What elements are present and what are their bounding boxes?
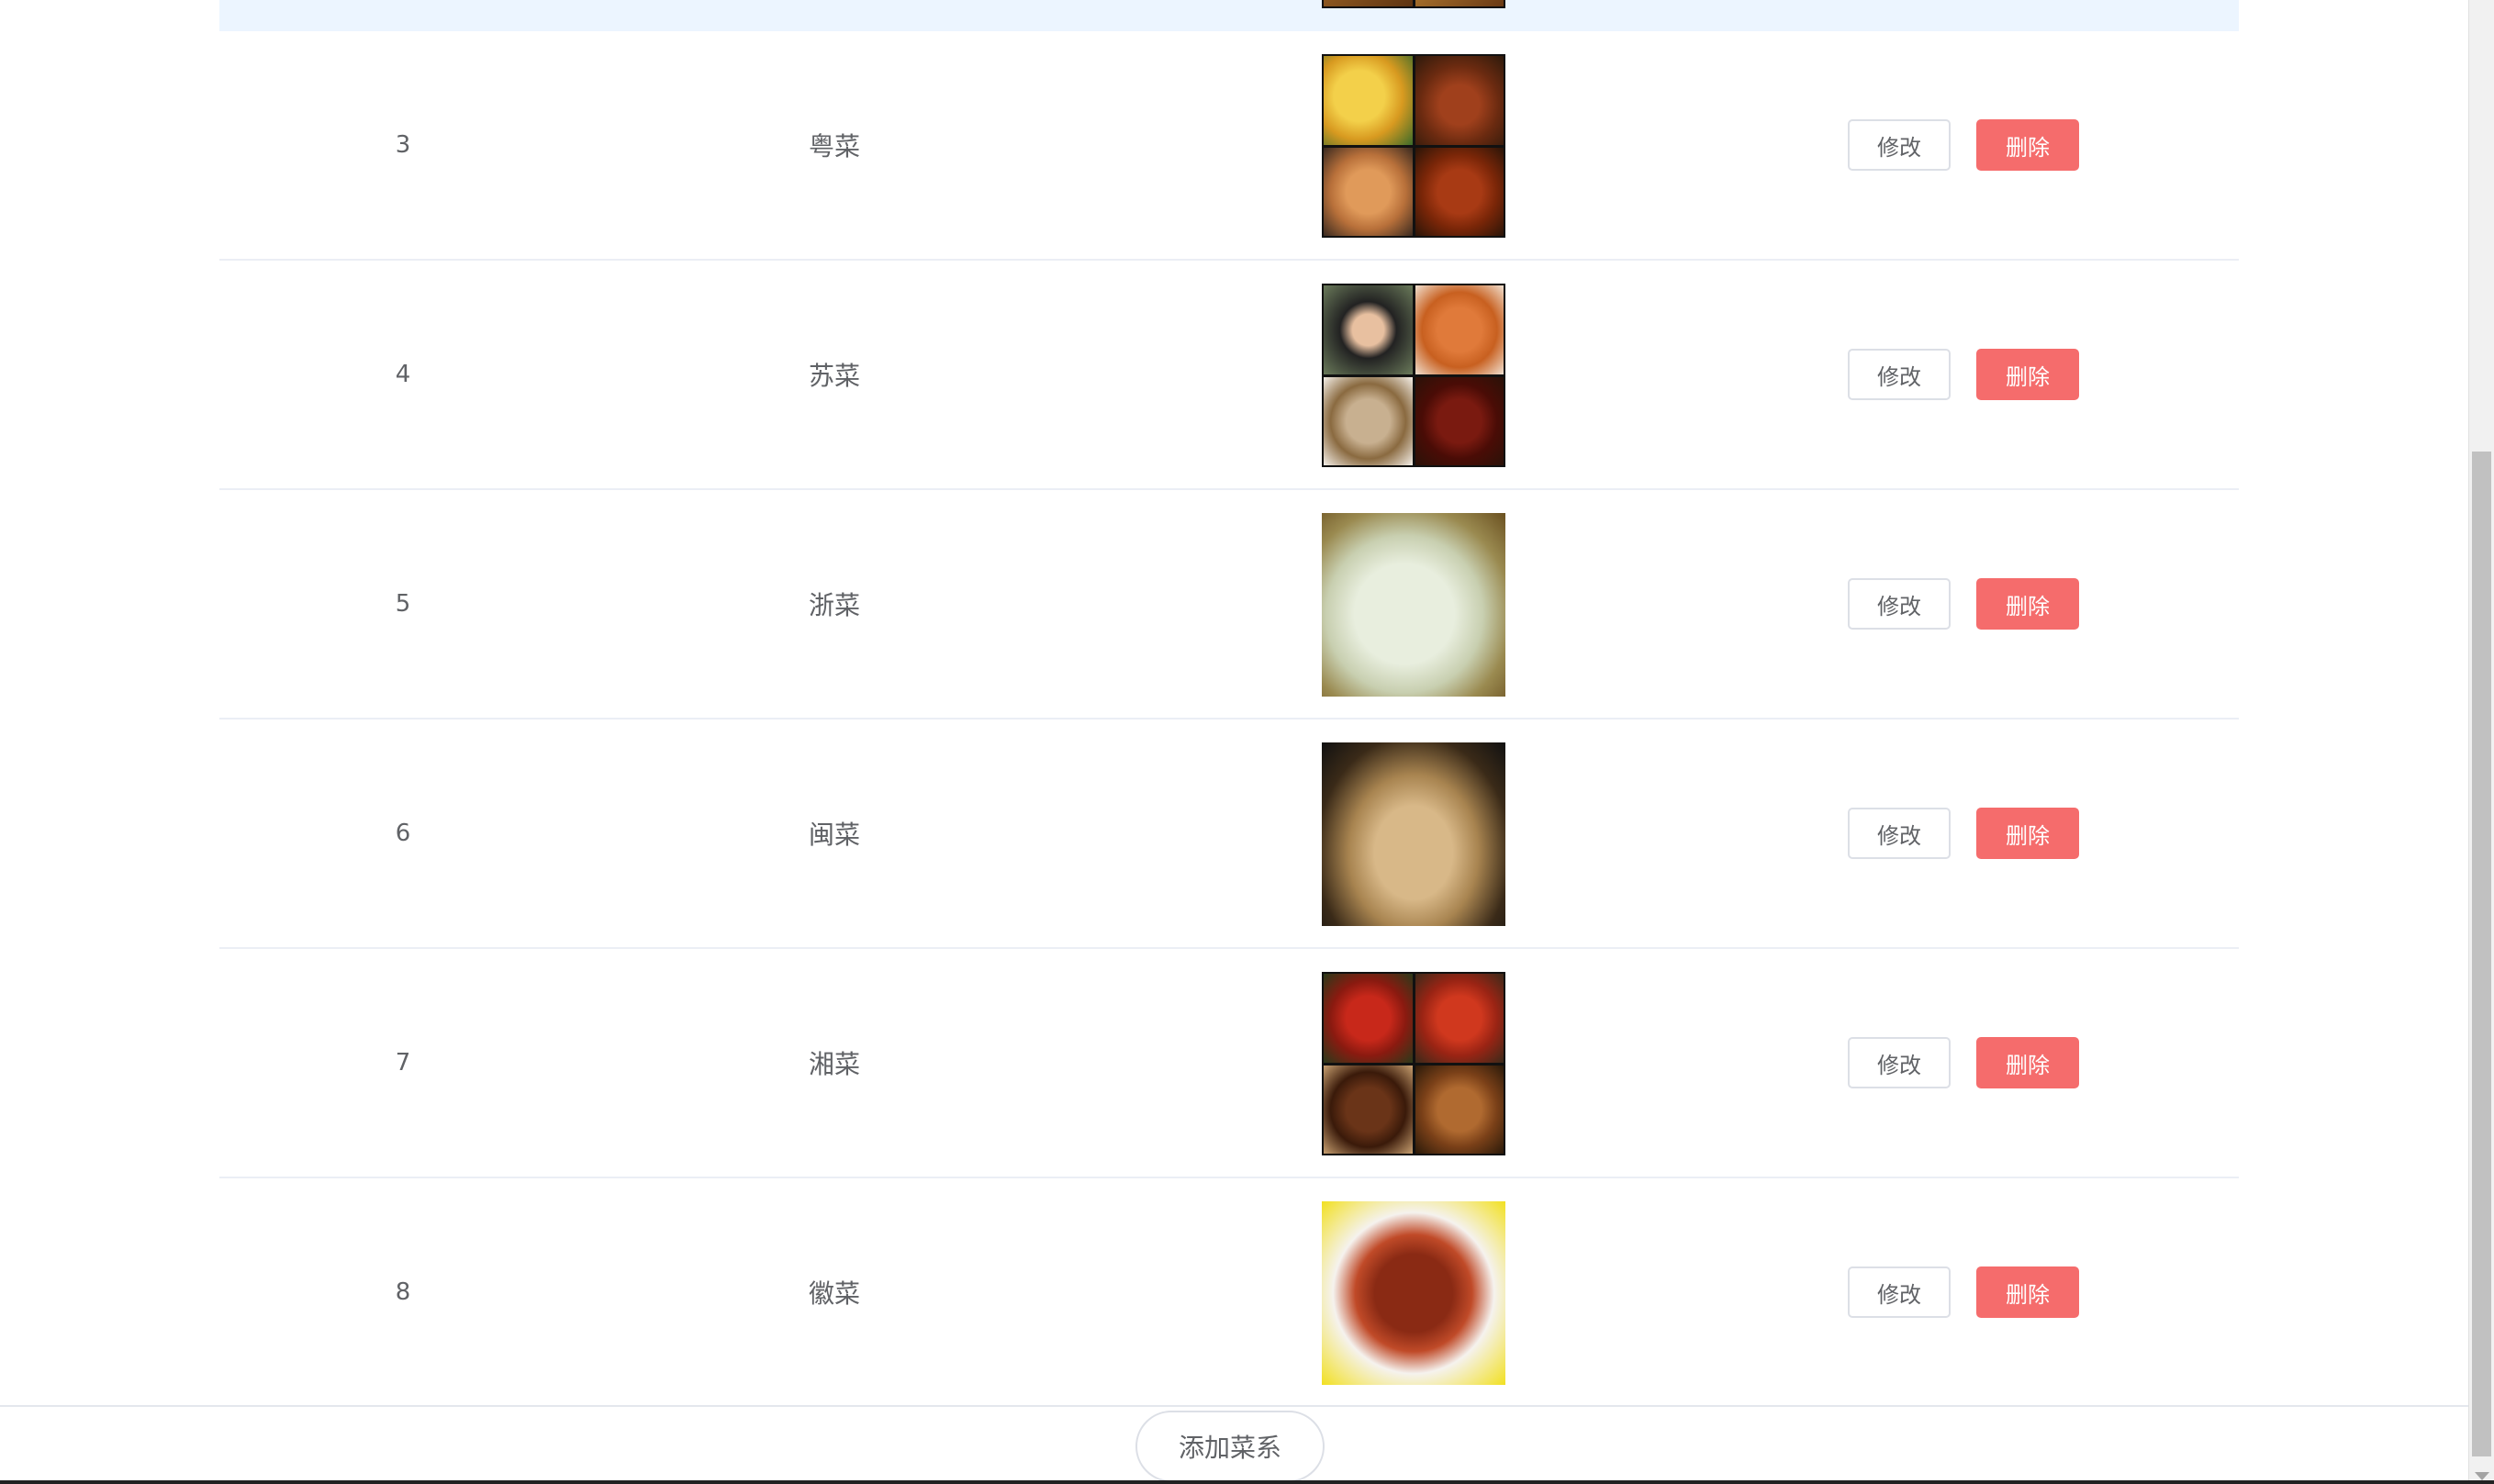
row-actions: 修改 删除	[1848, 949, 2079, 1177]
delete-button[interactable]: 删除	[1976, 1266, 2079, 1318]
add-cuisine-button[interactable]: 添加菜系	[1135, 1411, 1325, 1482]
edit-button[interactable]: 修改	[1848, 808, 1951, 859]
row-actions: 修改 删除	[1848, 490, 2079, 718]
row-id: 7	[395, 1049, 411, 1077]
row-id: 3	[395, 131, 411, 159]
table-row[interactable]: 4 苏菜 修改 删除	[219, 261, 2239, 490]
cuisine-name: 苏菜	[808, 361, 860, 391]
dish-image	[1322, 284, 1505, 467]
scrollbar-thumb[interactable]	[2472, 452, 2491, 1456]
dish-image	[1322, 1201, 1505, 1385]
table-row[interactable]: 7 湘菜 修改 删除	[219, 949, 2239, 1178]
delete-button[interactable]: 删除	[1976, 349, 2079, 400]
dish-image	[1322, 0, 1505, 8]
row-id: 4	[395, 361, 411, 388]
scroll-down-arrow-icon[interactable]	[2475, 1472, 2489, 1480]
dish-image	[1322, 742, 1505, 926]
cuisine-name: 闽菜	[808, 820, 860, 850]
delete-button[interactable]: 删除	[1976, 1037, 2079, 1088]
table-row-previous[interactable]	[219, 0, 2239, 31]
cuisine-admin-page: 3 粤菜 修改 删除 4 苏菜 修改 删除 5 浙菜 修改 删除 6 闽菜 修改…	[0, 0, 2494, 1484]
cuisine-name: 湘菜	[808, 1049, 860, 1079]
row-actions: 修改 删除	[1848, 261, 2079, 488]
table-row[interactable]: 8 徽菜 修改 删除	[219, 1178, 2239, 1408]
row-id: 8	[395, 1278, 411, 1306]
cuisine-name: 粤菜	[808, 131, 860, 162]
window-bottom-edge	[0, 1480, 2494, 1484]
footer-bar: 添加菜系	[0, 1405, 2469, 1484]
delete-button[interactable]: 删除	[1976, 578, 2079, 630]
edit-button[interactable]: 修改	[1848, 1266, 1951, 1318]
row-actions: 修改 删除	[1848, 720, 2079, 947]
vertical-scrollbar[interactable]	[2468, 0, 2494, 1484]
edit-button[interactable]: 修改	[1848, 119, 1951, 171]
edit-button[interactable]: 修改	[1848, 578, 1951, 630]
table-row[interactable]: 5 浙菜 修改 删除	[219, 490, 2239, 720]
dish-image	[1322, 972, 1505, 1155]
row-actions: 修改 删除	[1848, 1178, 2079, 1406]
delete-button[interactable]: 删除	[1976, 808, 2079, 859]
edit-button[interactable]: 修改	[1848, 1037, 1951, 1088]
delete-button[interactable]: 删除	[1976, 119, 2079, 171]
cuisine-name: 徽菜	[808, 1278, 860, 1309]
row-id: 6	[395, 820, 411, 847]
table-row[interactable]: 3 粤菜 修改 删除	[219, 31, 2239, 261]
edit-button[interactable]: 修改	[1848, 349, 1951, 400]
dish-image	[1322, 513, 1505, 697]
row-id: 5	[395, 590, 411, 618]
row-actions: 修改 删除	[1848, 31, 2079, 259]
table-row[interactable]: 6 闽菜 修改 删除	[219, 720, 2239, 949]
dish-image	[1322, 54, 1505, 238]
cuisine-name: 浙菜	[808, 590, 860, 620]
